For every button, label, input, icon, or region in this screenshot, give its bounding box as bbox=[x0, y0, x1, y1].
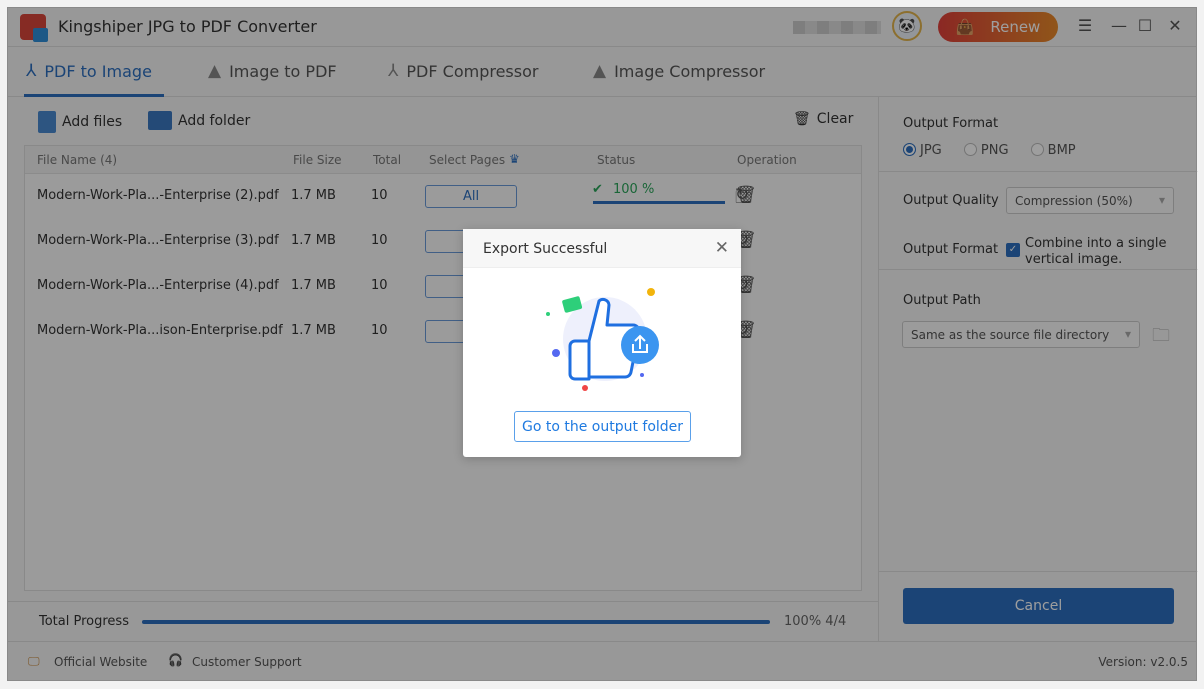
dialog-header: Export Successful ✕ bbox=[463, 229, 741, 268]
thumbs-up-illustration-icon bbox=[546, 288, 659, 391]
dialog-close-icon[interactable]: ✕ bbox=[715, 238, 729, 258]
export-success-dialog: Export Successful ✕ Go to the output fold… bbox=[463, 229, 741, 457]
go-to-output-folder-button[interactable]: Go to the output folder bbox=[514, 411, 691, 442]
dialog-title: Export Successful bbox=[483, 241, 608, 257]
